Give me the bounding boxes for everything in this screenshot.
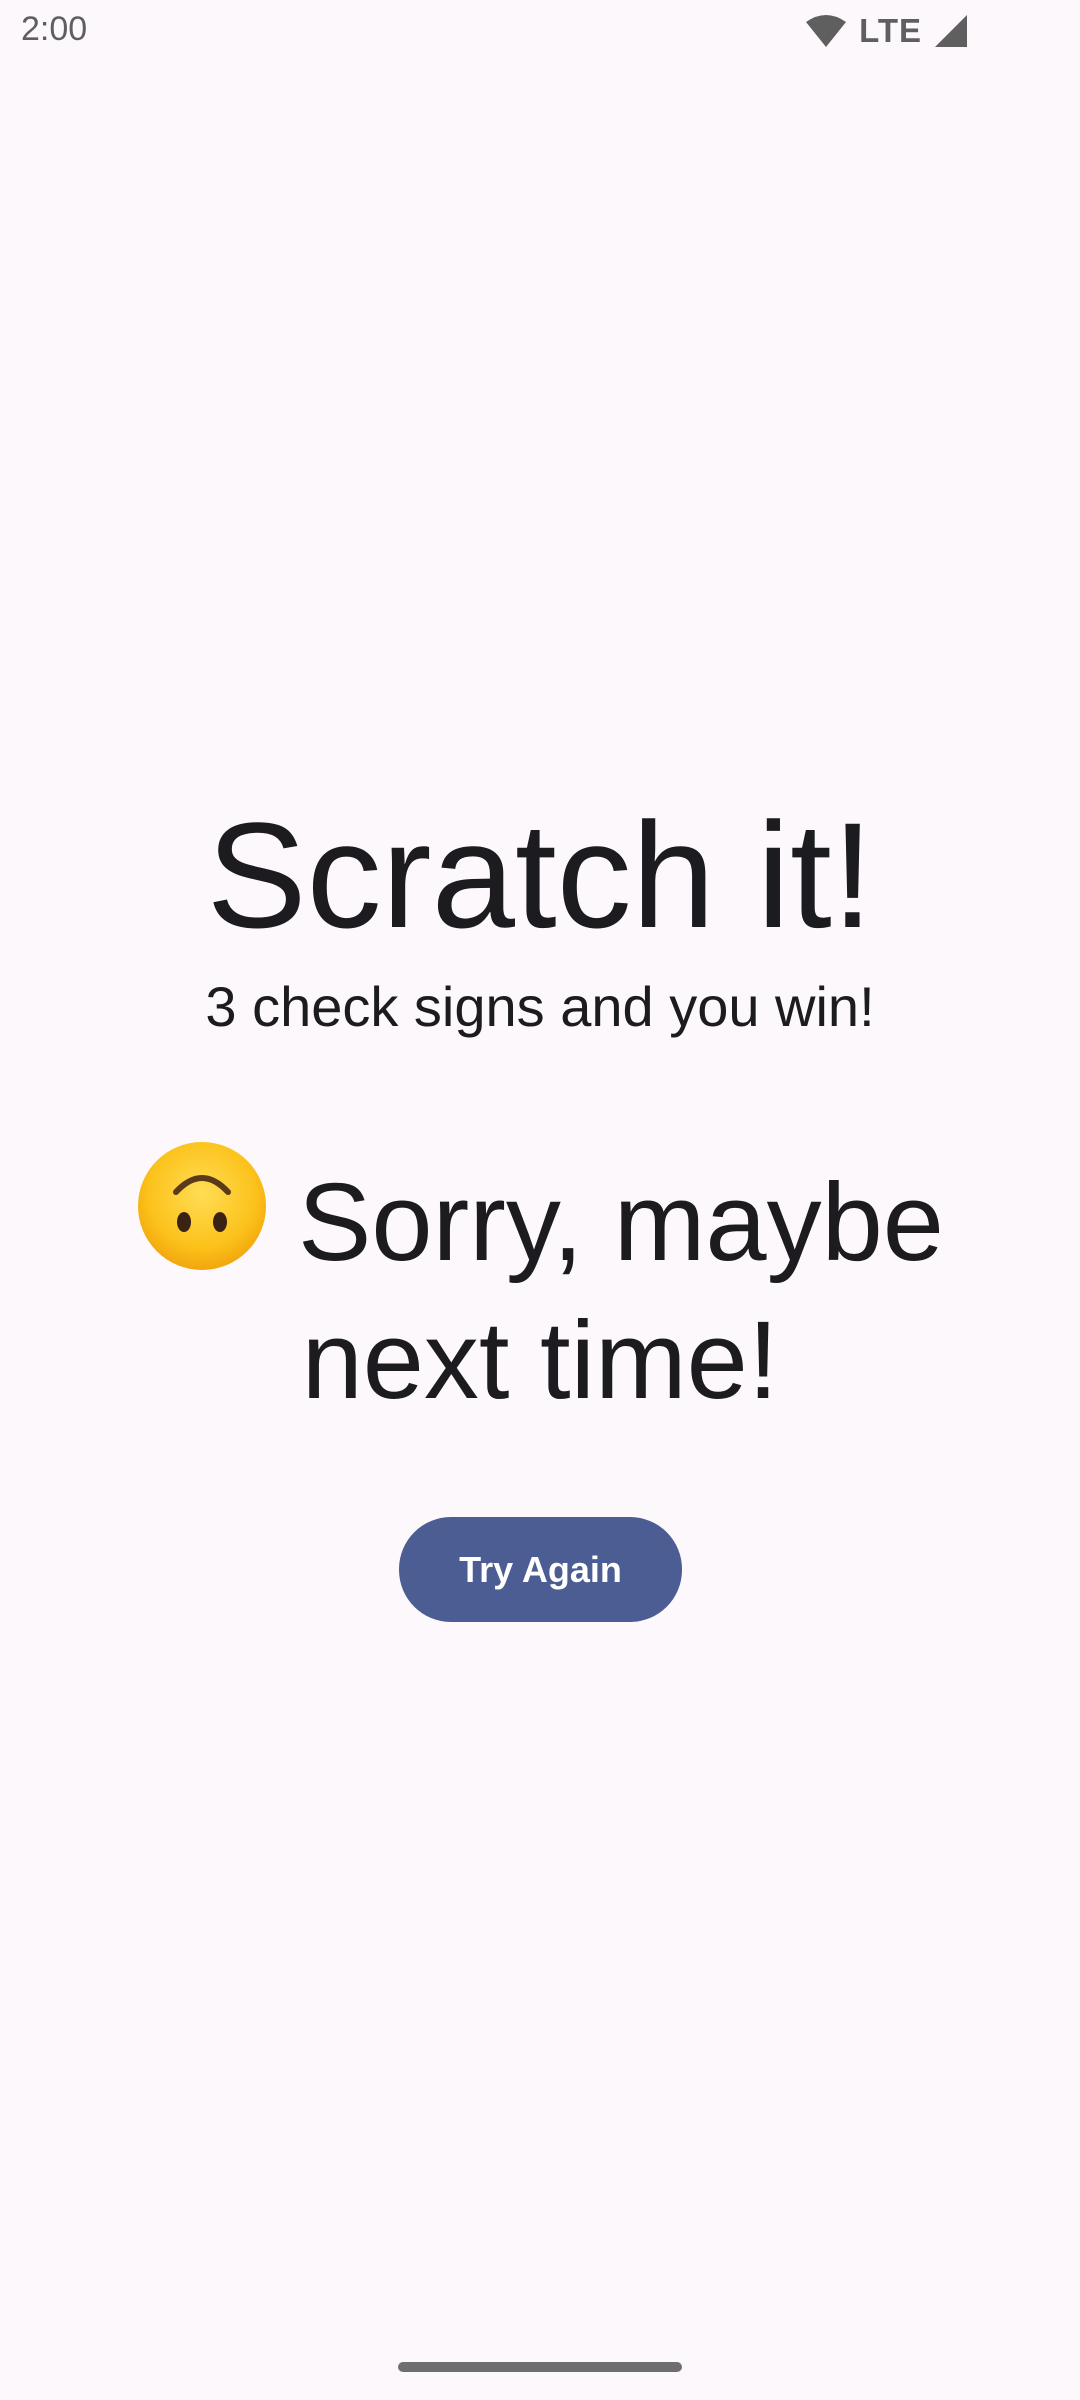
try-again-button[interactable]: Try Again <box>399 1517 682 1622</box>
page-title: Scratch it! <box>206 791 874 959</box>
network-type-label: LTE <box>859 12 922 49</box>
page-subtitle: 3 check signs and you win! <box>205 975 875 1038</box>
wifi-icon <box>805 14 847 48</box>
result-text: Sorry, maybe next time! <box>298 1161 944 1422</box>
home-indicator[interactable] <box>398 2362 682 2372</box>
status-bar: 2:00 LTE <box>0 0 1080 64</box>
status-icons: LTE <box>805 12 968 50</box>
status-time: 2:00 <box>21 10 88 48</box>
upside-down-face-icon <box>136 1140 268 1272</box>
cell-signal-icon <box>934 14 968 48</box>
result-message: Sorry, maybe next time! <box>90 1140 990 1430</box>
